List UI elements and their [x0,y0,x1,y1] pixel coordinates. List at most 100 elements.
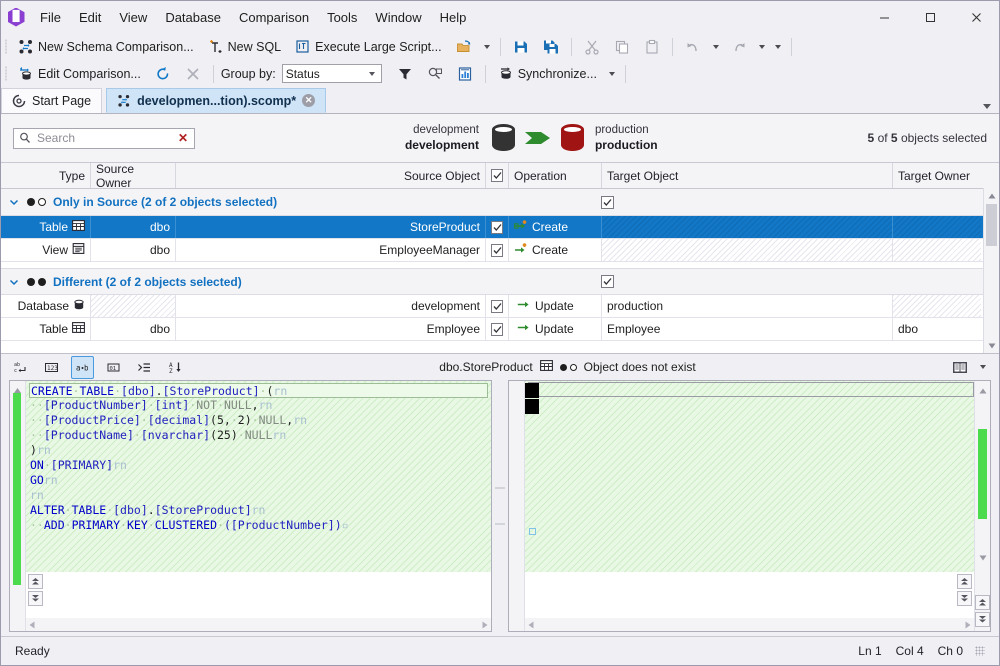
search-box[interactable]: Search ✕ [13,127,195,149]
row-checkbox[interactable] [491,220,503,234]
menu-help[interactable]: Help [431,6,476,29]
group-by-select[interactable]: Status [281,64,382,83]
menu-window[interactable]: Window [366,6,430,29]
toolbar-overflow-icon[interactable] [774,44,781,49]
scroll-right-icon[interactable] [481,618,489,632]
goto-next-difference-button[interactable] [975,611,990,627]
column-header-select-all[interactable] [486,163,509,188]
hex-view-toggle[interactable]: 01 [102,356,125,379]
whitespace-toggle[interactable]: a b [71,355,94,379]
close-button[interactable] [953,2,999,33]
tab-schema-comparison[interactable]: developmen...tion).scomp* ✕ [106,88,327,113]
table-row[interactable]: View dbo EmployeeManager Create [1,239,999,262]
target-sql-editor[interactable] [508,380,991,632]
cut-button[interactable] [577,34,607,59]
split-view-toggle[interactable] [948,356,971,379]
cell-include-checkbox[interactable] [486,216,509,238]
column-header-target-object[interactable]: Target Object [602,163,893,188]
synchronize-dropdown-icon[interactable] [608,71,615,76]
clear-search-icon[interactable]: ✕ [176,131,190,145]
new-schema-comparison-button[interactable]: New Schema Comparison... [11,34,201,59]
copy-button[interactable] [607,34,637,59]
tab-overflow-icon[interactable] [983,104,991,109]
refresh-button[interactable] [148,61,178,86]
window-resize-grip[interactable] [975,646,985,656]
split-view-dropdown-icon[interactable] [980,365,986,369]
table-row[interactable]: Database development Update production [1,295,999,318]
row-checkbox[interactable] [491,322,503,336]
table-row[interactable]: Table dbo StoreProduct Create [1,216,999,239]
column-header-source-owner[interactable]: Source Owner [91,162,176,190]
group-checkbox-cell[interactable] [596,195,619,209]
menu-tools[interactable]: Tools [318,6,366,29]
scroll-next-change-button[interactable] [28,591,43,606]
undo-dropdown-icon[interactable] [712,44,719,49]
column-header-target-owner[interactable]: Target Owner [893,163,981,188]
execute-large-script-button[interactable]: Execute Large Script... [288,34,448,59]
editor-splitter[interactable] [492,380,508,632]
target-code-area[interactable] [525,381,974,572]
table-row[interactable]: Table dbo Employee Update Employee dbo [1,318,999,341]
target-scroll-up-icon[interactable] [975,383,990,398]
column-header-operation[interactable]: Operation [509,163,602,188]
target-vertical-scrollbar[interactable] [974,381,990,631]
cell-include-checkbox[interactable] [486,318,509,340]
open-file-dropdown-icon[interactable] [483,44,490,49]
redo-dropdown-icon[interactable] [758,44,765,49]
target-scroll-down-icon[interactable] [975,551,990,566]
target-scroll-prev-change-button[interactable] [957,574,972,589]
select-all-checkbox[interactable] [491,169,503,182]
scroll-prev-change-button[interactable] [28,574,43,589]
source-sql-editor[interactable]: CREATE·TABLE·[dbo].[StoreProduct]·(rn ··[… [9,380,492,632]
scroll-left-icon[interactable] [28,618,36,632]
scroll-right-icon[interactable] [964,618,972,632]
group-collapse-icon[interactable] [1,277,27,287]
column-header-source-object[interactable]: Source Object [176,163,486,188]
scroll-left-icon[interactable] [527,618,535,632]
find-objects-button[interactable] [420,61,450,86]
report-button[interactable] [450,61,480,86]
scroll-up-icon[interactable] [984,188,999,203]
maximize-button[interactable] [907,2,953,33]
grid-vertical-scrollbar[interactable] [983,188,999,353]
tab-close-icon[interactable]: ✕ [302,94,316,107]
scroll-down-icon[interactable] [984,338,999,353]
group-checkbox[interactable] [601,195,614,209]
scroll-thumb[interactable] [986,204,997,246]
filter-button[interactable] [390,61,420,86]
menu-view[interactable]: View [110,6,156,29]
target-scroll-next-change-button[interactable] [957,591,972,606]
row-checkbox[interactable] [491,243,503,257]
group-header-only-in-source[interactable]: Only in Source (2 of 2 objects selected) [1,189,999,216]
line-numbers-toggle[interactable]: 123 [40,356,63,379]
cell-include-checkbox[interactable] [486,295,509,317]
column-header-type[interactable]: Type [1,163,91,188]
word-wrap-toggle[interactable]: ab c [9,356,32,379]
save-button[interactable] [506,34,536,59]
sort-toggle[interactable]: A Z [164,356,187,379]
menu-file[interactable]: File [31,6,70,29]
group-collapse-icon[interactable] [1,197,27,207]
edit-comparison-button[interactable]: Edit Comparison... [11,61,148,86]
tab-start-page[interactable]: Start Page [1,88,103,113]
target-horizontal-scrollbar[interactable] [525,618,974,631]
cell-include-checkbox[interactable] [486,239,509,261]
indent-toggle[interactable] [133,356,156,379]
new-sql-button[interactable]: New SQL [201,34,289,59]
toolbar-grip-2[interactable] [1,60,11,87]
group-header-different[interactable]: Different (2 of 2 objects selected) [1,268,999,295]
group-checkbox[interactable] [601,275,614,288]
group-checkbox-cell[interactable] [596,275,619,288]
redo-button[interactable] [724,34,754,59]
search-input[interactable]: Search [32,131,176,145]
save-all-button[interactable] [536,34,566,59]
source-horizontal-scrollbar[interactable] [26,618,491,631]
synchronize-button[interactable]: Synchronize... [491,61,604,86]
menu-edit[interactable]: Edit [70,6,110,29]
paste-button[interactable] [637,34,667,59]
cancel-button[interactable] [178,61,208,86]
menu-comparison[interactable]: Comparison [230,6,318,29]
undo-button[interactable] [678,34,708,59]
source-code-area[interactable]: CREATE·TABLE·[dbo].[StoreProduct]·(rn ··[… [26,381,491,572]
toolbar-grip[interactable] [1,33,11,60]
